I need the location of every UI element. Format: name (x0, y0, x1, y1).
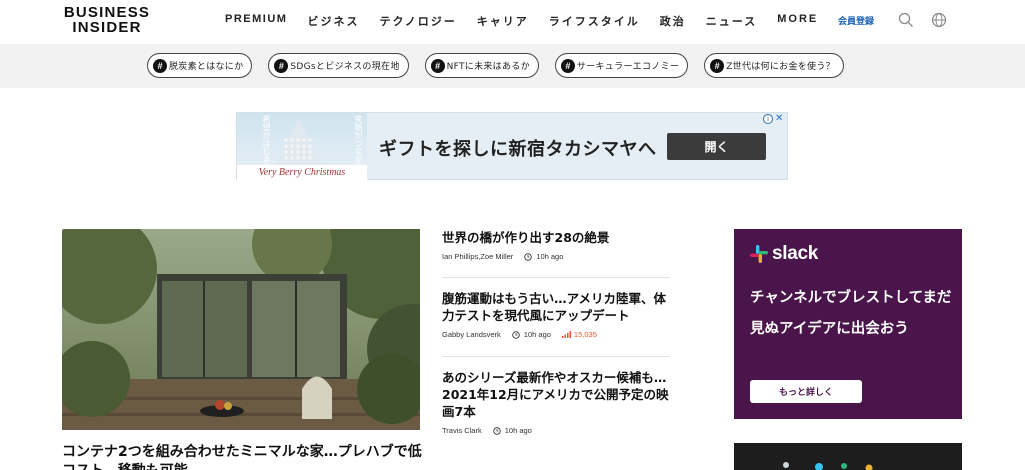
ad-choices: i ✕ (763, 114, 785, 124)
clock-icon (492, 426, 501, 435)
topic-chip-label: サーキュラーエコノミー (576, 62, 680, 72)
nav-item-lifestyle[interactable]: ライフスタイル (549, 13, 640, 29)
site-header: BUSINESS INSIDER PREMIUM ビジネス テクノロジー キャリ… (0, 0, 1025, 44)
story-title[interactable]: あのシリーズ最新作やオスカー候補も…2021年12月にアメリカで公開予定の映画7… (442, 369, 670, 420)
story-time: 10h ago (536, 252, 564, 261)
topic-chip-label: SDGsとビジネスの現在地 (290, 62, 400, 72)
story-meta: Ian Phillips,Zoe Miller 10h ago (442, 252, 670, 261)
hashtag-icon: # (560, 58, 575, 73)
globe-icon[interactable] (931, 12, 949, 30)
topic-chip-sdgs[interactable]: # SDGsとビジネスの現在地 (268, 53, 409, 78)
story-item[interactable]: あのシリーズ最新作やオスカー候補も…2021年12月にアメリカで公開予定の映画7… (442, 369, 670, 435)
story-views: 15,035 (573, 330, 597, 339)
main-nav: PREMIUM ビジネス テクノロジー キャリア ライフスタイル 政治 ニュース… (225, 13, 838, 29)
ad-christmas-tree-image: 希望がはじまる 笑顔がつながる Very Berry Christmas (237, 113, 367, 181)
lead-story-title[interactable]: コンテナ2つを組み合わせたミニマルな家…プレハブで低コスト、移動も可能 (62, 443, 422, 470)
ad-headline: ギフトを探しに新宿タカシマヤへ (379, 139, 657, 160)
ad-info-icon[interactable]: i (763, 114, 773, 124)
member-register-link[interactable]: 会員登録 (838, 14, 874, 27)
slack-learn-more-button[interactable]: もっと詳しく (750, 380, 862, 403)
story-title[interactable]: 腹筋運動はもう古い…アメリカ陸軍、体力テストを現代風にアップデート (442, 290, 670, 324)
topic-chip-label: 脱炭素とはなにか (169, 62, 244, 72)
story-item[interactable]: 世界の橋が作り出す28の絶景 Ian Phillips,Zoe Miller 1… (442, 229, 670, 261)
topic-chip-circular-economy[interactable]: # サーキュラーエコノミー (554, 53, 689, 78)
story-time: 10h ago (523, 330, 551, 339)
hashtag-icon: # (430, 58, 445, 73)
nav-item-politics[interactable]: 政治 (660, 13, 686, 29)
story-author: Ian Phillips,Zoe Miller (442, 252, 514, 261)
topic-chip-nft[interactable]: # NFTに未来はあるか (424, 53, 539, 78)
nav-item-more[interactable]: MORE (777, 13, 818, 29)
story-meta: Gabby Landsverk 10h ago 15,035 (442, 330, 670, 339)
ad-close-icon[interactable]: ✕ (775, 114, 785, 124)
logo-line-1: BUSINESS (63, 4, 151, 21)
nav-item-news[interactable]: ニュース (706, 13, 757, 29)
ad-vertical-text-left: 希望がはじまる (262, 115, 271, 171)
tree-ornaments (283, 137, 315, 163)
site-logo[interactable]: BUSINESS INSIDER (62, 5, 152, 35)
nav-item-premium[interactable]: PREMIUM (225, 13, 287, 29)
clock-icon (512, 330, 520, 339)
hashtag-icon: # (274, 58, 289, 73)
search-icon[interactable] (898, 12, 916, 30)
story-time: 10h ago (504, 426, 532, 435)
topic-bar: # 脱炭素とはなにか # SDGsとビジネスの現在地 # NFTに未来はあるか … (0, 44, 1025, 88)
topic-chip-gen-z[interactable]: # Z世代は何にお金を使う？ (704, 53, 844, 78)
topic-chip-label: NFTに未来はあるか (446, 62, 530, 72)
ad-caption: Very Berry Christmas (237, 165, 367, 181)
slack-wordmark: slack (772, 243, 819, 264)
ad-banner-takashimaya[interactable]: 希望がはじまる 笑顔がつながる Very Berry Christmas ギフト… (236, 112, 788, 181)
story-meta: Travis Clark 10h ago (442, 426, 670, 435)
logo-line-2: INSIDER (72, 19, 142, 36)
story-divider (442, 356, 670, 357)
story-item[interactable]: 腹筋運動はもう古い…アメリカ陸軍、体力テストを現代風にアップデート Gabby … (442, 290, 670, 339)
story-divider (442, 277, 670, 278)
secondary-ad[interactable] (734, 443, 962, 470)
nav-item-business[interactable]: ビジネス (307, 13, 359, 29)
topic-chip-list: # 脱炭素とはなにか # SDGsとビジネスの現在地 # NFTに未来はあるか … (147, 53, 860, 78)
hashtag-icon: # (710, 58, 725, 73)
trending-icon (561, 331, 571, 338)
topic-chip-decarbonization[interactable]: # 脱炭素とはなにか (147, 53, 253, 78)
slack-logo: slack (750, 243, 818, 265)
ad-open-button[interactable]: 開く (667, 133, 766, 160)
slack-ad-headline: チャンネルでブレストしてまだ見ぬアイデアに出会おう (750, 290, 952, 337)
topic-chip-label: Z世代は何にお金を使う？ (726, 62, 835, 72)
story-author: Travis Clark (442, 426, 482, 435)
clock-icon (524, 252, 533, 261)
ad-slack[interactable]: slack チャンネルでブレストしてまだ見ぬアイデアに出会おう もっと詳しく (734, 229, 962, 419)
nav-item-career[interactable]: キャリア (477, 13, 529, 29)
hashtag-icon: # (153, 58, 167, 73)
story-author: Gabby Landsverk (442, 330, 501, 339)
nav-item-technology[interactable]: テクノロジー (379, 13, 456, 29)
ad-vertical-text-right: 笑顔がつながる (354, 115, 363, 171)
slack-hash-icon (750, 245, 768, 263)
story-title[interactable]: 世界の橋が作り出す28の絶景 (442, 229, 670, 246)
lead-story-image[interactable] (62, 229, 420, 430)
